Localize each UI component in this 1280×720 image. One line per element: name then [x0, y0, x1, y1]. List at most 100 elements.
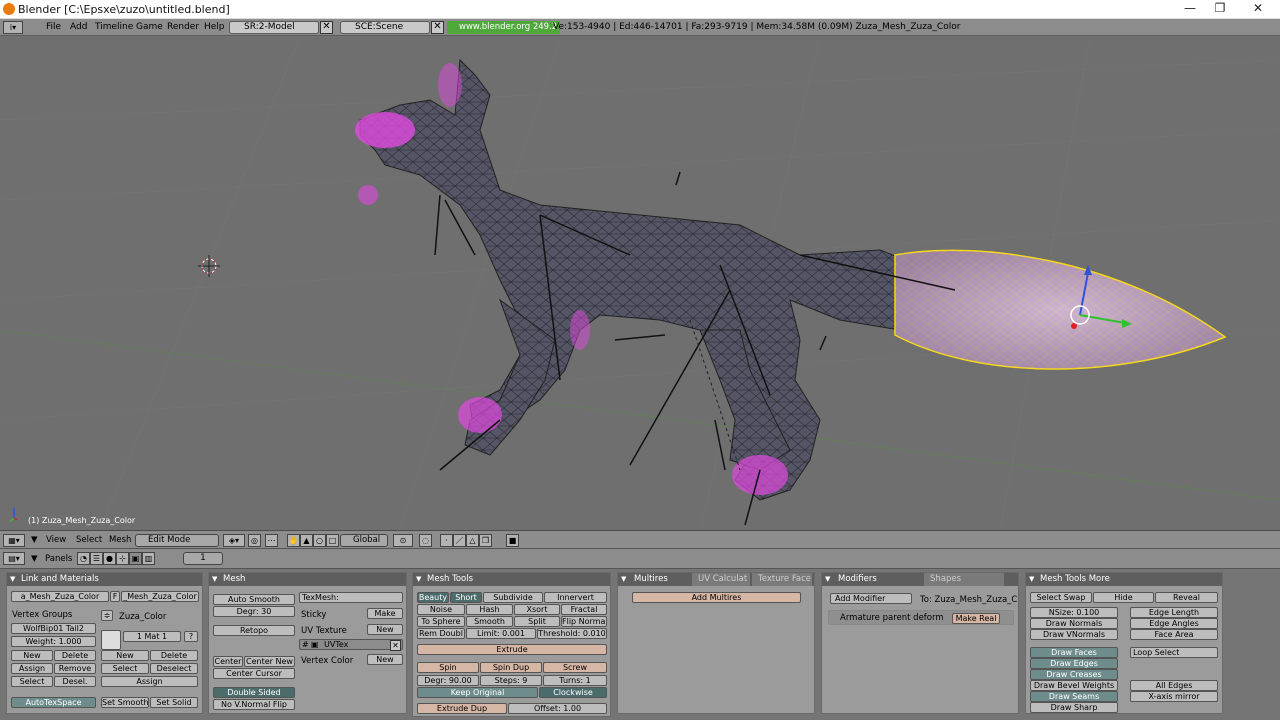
- to-sphere-button[interactable]: To Sphere: [417, 616, 465, 627]
- uvtex-active-icon[interactable]: #: [302, 640, 309, 649]
- spin-button[interactable]: Spin: [417, 662, 479, 673]
- pivot-icon[interactable]: ◎: [248, 534, 261, 547]
- fractal-button[interactable]: Fractal: [561, 604, 607, 615]
- spin-steps-field[interactable]: Steps: 9: [480, 675, 542, 686]
- texmesh-field[interactable]: TexMesh:: [299, 592, 403, 603]
- scene-selector[interactable]: SCE:Scene: [340, 21, 430, 34]
- reveal-button[interactable]: Reveal: [1155, 592, 1218, 603]
- scale-manip-icon[interactable]: □: [326, 534, 339, 547]
- retopo-toggle[interactable]: Retopo: [213, 625, 295, 636]
- smooth-button[interactable]: Smooth: [466, 616, 513, 627]
- screen-selector[interactable]: SR:2-Model: [229, 21, 319, 34]
- menu-add[interactable]: Add: [70, 22, 87, 32]
- vgroup-deselect-button[interactable]: Desel.: [54, 676, 96, 687]
- auto-smooth-toggle[interactable]: Auto Smooth: [213, 594, 295, 605]
- rem-doubles-button[interactable]: Rem Doubl: [417, 628, 465, 639]
- orientation-selector[interactable]: Global: [340, 534, 388, 547]
- screen-delete-icon[interactable]: ✕: [320, 21, 333, 34]
- xsort-button[interactable]: Xsort: [514, 604, 560, 615]
- screw-turns-field[interactable]: Turns: 1: [543, 675, 607, 686]
- tab-shapes[interactable]: Shapes: [924, 573, 1004, 586]
- short-toggle[interactable]: Short: [450, 592, 482, 603]
- render-icon[interactable]: ■: [506, 534, 519, 547]
- vertex-select-icon[interactable]: ·: [440, 534, 453, 547]
- vgroup-delete-button[interactable]: Delete: [54, 650, 96, 661]
- add-multires-button[interactable]: Add Multires: [632, 592, 801, 603]
- occlude-icon[interactable]: ⊙: [393, 534, 413, 547]
- center-new-button[interactable]: Center New: [244, 656, 295, 667]
- uvtex-render-icon[interactable]: ▣: [311, 640, 319, 649]
- draw-creases-toggle[interactable]: Draw Creases: [1030, 669, 1118, 680]
- draw-vnormals-toggle[interactable]: Draw VNormals: [1030, 629, 1118, 640]
- noise-button[interactable]: Noise: [417, 604, 465, 615]
- center-cursor-button[interactable]: Center Cursor: [213, 668, 295, 679]
- page-number[interactable]: 1: [183, 552, 223, 565]
- grid-toggle-icon[interactable]: ⋯: [265, 534, 278, 547]
- menu-timeline[interactable]: Timeline: [95, 22, 133, 32]
- add-modifier-menu[interactable]: Add Modifier: [830, 593, 912, 604]
- all-edges-toggle[interactable]: All Edges: [1130, 680, 1218, 691]
- spin-dup-button[interactable]: Spin Dup: [480, 662, 542, 673]
- uvtex-delete-icon[interactable]: ✕: [390, 640, 401, 651]
- vertex-color-new-button[interactable]: New: [367, 654, 403, 665]
- panel-title[interactable]: Link and Materials: [7, 573, 202, 586]
- draw-faces-toggle[interactable]: Draw Faces: [1030, 647, 1118, 658]
- object-name-field[interactable]: _Mesh_Zuza_Color: [121, 591, 199, 602]
- panel-title[interactable]: Mesh: [209, 573, 406, 586]
- header-collapse-icon[interactable]: ▼: [31, 535, 38, 545]
- sticky-make-button[interactable]: Make: [367, 608, 403, 619]
- vgroup-remove-button[interactable]: Remove: [54, 663, 96, 674]
- material-deselect-button[interactable]: Deselect: [150, 663, 198, 674]
- spin-degree-field[interactable]: Degr: 90.00: [417, 675, 479, 686]
- material-color-swatch[interactable]: [101, 630, 121, 650]
- 3d-viewport[interactable]: (1) Zuza_Mesh_Zuza_Color: [0, 37, 1280, 530]
- editor-type-icon[interactable]: ▦▾: [3, 534, 25, 547]
- uv-texture-new-button[interactable]: New: [367, 624, 403, 635]
- material-new-button[interactable]: New: [101, 650, 149, 661]
- tab-modifiers[interactable]: Modifiers: [832, 573, 922, 586]
- double-sided-toggle[interactable]: Double Sided: [213, 687, 295, 698]
- vertex-group-selector[interactable]: WolfBip01 Tail2: [11, 623, 96, 634]
- info-editor-icon[interactable]: i▾: [3, 21, 23, 34]
- threshold-field[interactable]: Threshold: 0.010: [537, 628, 607, 639]
- autotexspace-toggle[interactable]: AutoTexSpace: [11, 697, 96, 708]
- hide-button[interactable]: Hide: [1093, 592, 1154, 603]
- flip-normal-button[interactable]: Flip Normal: [561, 616, 607, 627]
- shading-icon[interactable]: ●: [103, 552, 116, 565]
- translate-manip-icon[interactable]: ▲: [300, 534, 313, 547]
- vgroup-new-button[interactable]: New: [11, 650, 53, 661]
- edge-angles-toggle[interactable]: Edge Angles: [1130, 618, 1218, 629]
- scene-delete-icon[interactable]: ✕: [431, 21, 444, 34]
- rotate-manip-icon[interactable]: ○: [313, 534, 326, 547]
- innervert-selector[interactable]: Innervert: [544, 592, 607, 603]
- tab-multires[interactable]: Multires: [628, 573, 688, 586]
- menu-file[interactable]: File: [46, 22, 61, 32]
- loop-select-menu[interactable]: Loop Select: [1130, 647, 1218, 658]
- mesh-datablock-field[interactable]: a_Mesh_Zuza_Color: [11, 591, 109, 602]
- select-swap-button[interactable]: Select Swap: [1030, 592, 1092, 603]
- blender-url[interactable]: www.blender.org 249.2: [447, 21, 561, 34]
- maximize-icon[interactable]: ❐: [1205, 1, 1235, 18]
- limit-visible-icon[interactable]: ❒: [479, 534, 492, 547]
- menu-mesh[interactable]: Mesh: [109, 535, 131, 545]
- subdivide-button[interactable]: Subdivide: [483, 592, 543, 603]
- hand-manipulator-icon[interactable]: ✋: [287, 534, 300, 547]
- menu-render[interactable]: Render: [167, 22, 199, 32]
- screw-button[interactable]: Screw: [543, 662, 607, 673]
- menu-game[interactable]: Game: [136, 22, 163, 32]
- set-solid-button[interactable]: Set Solid: [150, 697, 198, 708]
- extrude-offset-field[interactable]: Offset: 1.00: [508, 703, 607, 714]
- menu-help[interactable]: Help: [204, 22, 225, 32]
- x-axis-mirror-toggle[interactable]: X-axis mirror: [1130, 691, 1218, 702]
- material-assign-button[interactable]: Assign: [101, 676, 198, 687]
- draw-type-icon[interactable]: ◈▾: [223, 534, 245, 547]
- limit-field[interactable]: Limit: 0.001: [466, 628, 536, 639]
- close-icon[interactable]: ✕: [1243, 1, 1273, 18]
- face-area-toggle[interactable]: Face Area: [1130, 629, 1218, 640]
- tab-uv-calculation[interactable]: UV Calculat: [692, 573, 750, 586]
- mode-selector[interactable]: Edit Mode: [135, 534, 219, 547]
- auto-smooth-degree[interactable]: Degr: 30: [213, 606, 295, 617]
- header-collapse-icon[interactable]: ▼: [31, 554, 38, 564]
- tab-texture-face[interactable]: Texture Face: [752, 573, 812, 586]
- fake-user-button[interactable]: F: [110, 591, 120, 602]
